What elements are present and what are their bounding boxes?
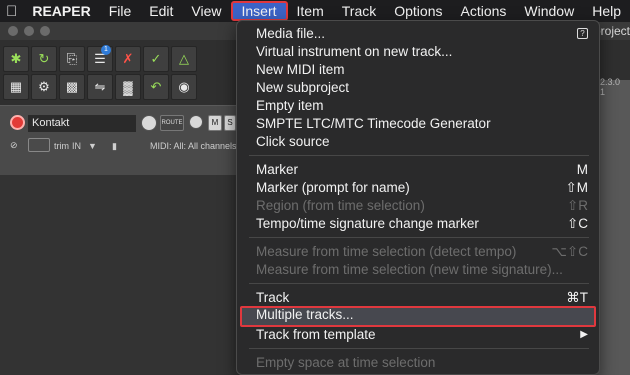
menu-bar:  REAPER File Edit View Insert Item Trac… xyxy=(0,0,630,22)
menu-item-new-subproject[interactable]: New subproject xyxy=(240,79,596,97)
menu-item-marker[interactable]: Marker M xyxy=(240,161,596,179)
phase-icon[interactable]: ⊘ xyxy=(10,140,18,151)
mute-button[interactable]: M xyxy=(208,115,222,131)
menu-item-label: Marker xyxy=(256,162,299,177)
submenu-arrow-icon: ▶ xyxy=(580,329,588,340)
envelope-icon[interactable]: ⇋ xyxy=(87,74,113,100)
project-settings-icon[interactable]: ☰ 1 xyxy=(87,45,113,72)
menu-separator xyxy=(249,155,589,156)
menu-item-label: Measure from time selection (new time si… xyxy=(256,262,563,277)
minimize-window-button[interactable] xyxy=(24,26,34,36)
menu-window[interactable]: Window xyxy=(515,1,583,21)
menu-item-label: Measure from time selection (detect temp… xyxy=(256,244,517,259)
menu-item-marker-prompt[interactable]: Marker (prompt for name) ⇧M xyxy=(240,179,596,197)
menu-separator xyxy=(249,237,589,238)
menu-item-label: Empty space at time selection xyxy=(256,355,436,370)
menu-item-tempo-marker[interactable]: Tempo/time signature change marker ⇧C xyxy=(240,215,596,233)
solo-button[interactable]: S xyxy=(224,115,236,131)
trim-label[interactable]: trim xyxy=(54,141,69,151)
close-window-button[interactable] xyxy=(8,26,18,36)
menu-item-shortcut: ⌘T xyxy=(566,290,588,305)
menu-item-track-from-template[interactable]: Track from template ▶ xyxy=(240,326,596,344)
menu-item-track[interactable]: Track ⌘T xyxy=(240,289,596,307)
grid-icon[interactable]: ▦ xyxy=(3,74,29,100)
menu-item-shortcut: ⇧R xyxy=(566,198,588,213)
menu-item-timecode-generator[interactable]: SMPTE LTC/MTC Timecode Generator xyxy=(240,115,596,133)
menu-item-measure-new-signature: Measure from time selection (new time si… xyxy=(240,261,596,279)
pan-knob[interactable] xyxy=(189,115,203,129)
menu-item-click-source[interactable]: Click source xyxy=(240,133,596,151)
menu-item-label: Multiple tracks... xyxy=(256,307,354,322)
menu-item-label: Region (from time selection) xyxy=(256,198,425,213)
undo-icon[interactable]: ✗ xyxy=(115,46,141,72)
menu-item-label: Virtual instrument on new track... xyxy=(256,44,453,59)
menu-item-label: Click source xyxy=(256,134,330,149)
menu-track[interactable]: Track xyxy=(333,1,385,21)
menu-separator xyxy=(249,283,589,284)
menu-edit[interactable]: Edit xyxy=(140,1,182,21)
menu-item-label: Track xyxy=(256,290,290,305)
midi-input-icon: ▮ xyxy=(112,141,117,151)
ruler: 2.3.0 1 xyxy=(600,77,630,97)
menu-item-shortcut: ⇧C xyxy=(566,216,588,231)
help-shortcut-icon: ? xyxy=(577,28,588,39)
envelope-button[interactable] xyxy=(28,138,50,152)
menu-item-virtual-instrument[interactable]: Virtual instrument on new track... xyxy=(240,43,596,61)
midi-input-label[interactable]: MIDI: All: All channels xyxy=(150,141,237,151)
track-control-panel: Kontakt ROUTE M S ⊘ trim IN ▼ ▮ MIDI: Al… xyxy=(0,105,240,175)
menu-item-label: Marker (prompt for name) xyxy=(256,180,410,195)
menu-item-label: SMPTE LTC/MTC Timecode Generator xyxy=(256,116,491,131)
zoom-window-button[interactable] xyxy=(40,26,50,36)
menu-item-shortcut: M xyxy=(576,162,588,177)
menu-item-empty-item[interactable]: Empty item xyxy=(240,97,596,115)
menu-item-label: New subproject xyxy=(256,80,350,95)
menu-item-label: New MIDI item xyxy=(256,62,345,77)
input-label[interactable]: IN xyxy=(72,141,81,151)
ruler-label-bottom: 1 xyxy=(600,87,606,97)
main-toolbar: ✱ ↻ ⎘ ☰ 1 ✗ ✓ △ ▦ ⚙ ▩ ⇋ ▓ ↶ ◉ xyxy=(3,45,199,102)
item-grouping-icon[interactable]: ▩ xyxy=(59,74,85,100)
loop-icon[interactable]: ↶ xyxy=(143,74,169,100)
volume-knob[interactable] xyxy=(141,115,157,131)
menu-item-media-file[interactable]: Media file... ? xyxy=(240,25,596,43)
menu-item-shortcut: ⇧M xyxy=(565,180,588,195)
input-options-icon[interactable]: ▼ xyxy=(88,141,97,151)
menu-item-region: Region (from time selection) ⇧R xyxy=(240,197,596,215)
menu-options[interactable]: Options xyxy=(385,1,451,21)
menu-item-empty-space: Empty space at time selection xyxy=(240,354,596,372)
menu-file[interactable]: File xyxy=(100,1,141,21)
open-project-icon[interactable]: ↻ xyxy=(31,46,57,72)
route-button[interactable]: ROUTE xyxy=(160,115,184,131)
menu-item-new-midi-item[interactable]: New MIDI item xyxy=(240,61,596,79)
menu-view[interactable]: View xyxy=(182,1,230,21)
record-arm-button[interactable] xyxy=(10,115,25,130)
new-project-icon[interactable]: ✱ xyxy=(3,46,29,72)
track-name[interactable]: Kontakt xyxy=(28,115,136,132)
ripple-edit-icon[interactable]: ⚙ xyxy=(31,74,57,100)
menu-insert[interactable]: Insert xyxy=(230,1,288,21)
redo-icon[interactable]: ✓ xyxy=(143,46,169,72)
insert-menu: Media file... ? Virtual instrument on ne… xyxy=(236,20,600,375)
save-project-icon[interactable]: ⎘ xyxy=(59,46,85,72)
menu-item-shortcut: ⌥⇧C xyxy=(551,244,588,259)
track-panel-empty xyxy=(0,175,240,375)
metronome-icon[interactable]: △ xyxy=(171,46,197,72)
menu-item-label: Tempo/time signature change marker xyxy=(256,216,479,231)
menu-item-measure-detect-tempo: Measure from time selection (detect temp… xyxy=(240,243,596,261)
menu-item-label: Track from template xyxy=(256,327,376,342)
menu-item-label: Empty item xyxy=(256,98,324,113)
menu-separator xyxy=(249,348,589,349)
menu-actions[interactable]: Actions xyxy=(451,1,515,21)
menu-item[interactable]: Item xyxy=(288,1,333,21)
menu-help[interactable]: Help xyxy=(583,1,630,21)
menu-item-multiple-tracks[interactable]: Multiple tracks... xyxy=(240,306,596,327)
lock-icon[interactable]: ◉ xyxy=(171,74,197,100)
menu-item-label: Media file... xyxy=(256,26,326,41)
ruler-label-top: 2.3.0 xyxy=(600,77,621,87)
snap-icon[interactable]: ▓ xyxy=(115,74,141,100)
menu-reaper[interactable]: REAPER xyxy=(23,1,99,21)
apple-icon[interactable]:  xyxy=(0,3,23,20)
